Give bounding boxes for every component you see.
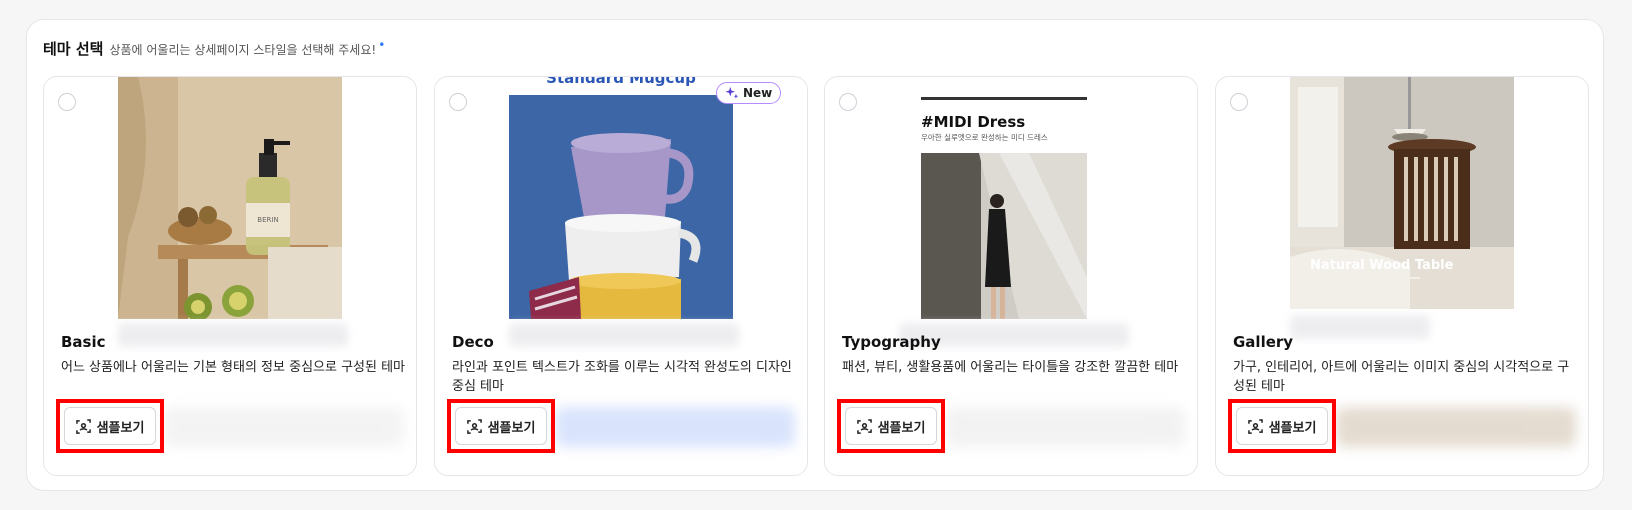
svg-text:Natural Wood Table: Natural Wood Table	[1310, 258, 1454, 273]
sample-view-button-gallery[interactable]: 샘플보기	[1236, 407, 1328, 445]
new-badge: New	[716, 82, 782, 104]
theme-card-basic[interactable]: BERIN Basic 어느 상품에나 어울리는 기본 형태의 정보 중심으로 …	[43, 76, 417, 476]
sparkle-icon	[725, 86, 739, 99]
scan-frame-icon	[1247, 418, 1263, 434]
scan-frame-icon	[75, 418, 91, 434]
sample-view-button-typography[interactable]: 샘플보기	[845, 407, 937, 445]
theme-card-list: BERIN Basic 어느 상품에나 어울리는 기본 형태의 정보 중심으로 …	[43, 76, 1589, 476]
sample-view-label: 샘플보기	[877, 420, 926, 436]
sample-view-label: 샘플보기	[487, 420, 536, 436]
highlight-box: 샘플보기	[56, 399, 164, 453]
svg-text:Standard Mugcup: Standard Mugcup	[546, 77, 696, 87]
svg-text:BERIN: BERIN	[257, 216, 278, 224]
theme-selection-panel: 테마 선택 상품에 어울리는 상세페이지 스타일을 선택해 주세요! • BER…	[26, 19, 1604, 491]
theme-card-gallery[interactable]: Natural Wood Table Gallery 가구, 인테리어, 아트에…	[1215, 76, 1589, 476]
highlight-box: 샘플보기	[447, 399, 555, 453]
theme-name-typography: Typography	[842, 333, 941, 351]
sample-view-button-basic[interactable]: 샘플보기	[64, 407, 156, 445]
theme-thumbnail-typography: #MIDI Dress 우아한 실루엣으로 완성하는 미디 드레스	[899, 77, 1123, 319]
sample-view-label: 샘플보기	[96, 420, 145, 436]
thumbnail-fade	[118, 323, 348, 347]
section-subtitle: 상품에 어울리는 상세페이지 스타일을 선택해 주세요!	[109, 43, 377, 57]
theme-name-basic: Basic	[61, 333, 106, 351]
theme-radio-typography[interactable]	[839, 93, 857, 111]
theme-name-gallery: Gallery	[1233, 333, 1294, 351]
theme-radio-gallery[interactable]	[1230, 93, 1248, 111]
theme-radio-basic[interactable]	[58, 93, 76, 111]
theme-card-deco[interactable]: Standard Mugcup New Deco 라인과 포인트 텍스트가 조화…	[434, 76, 808, 476]
required-mark: •	[378, 38, 386, 52]
theme-description-deco: 라인과 포인트 텍스트가 조화를 이루는 시각적 완성도의 디자인 중심 테마	[452, 360, 792, 394]
theme-description-typography: 패션, 뷰티, 생활용품에 어울리는 타이틀을 강조한 깔끔한 테마	[842, 360, 1179, 375]
badge-label: New	[743, 86, 773, 100]
highlight-box: 샘플보기	[1228, 399, 1336, 453]
theme-card-typography[interactable]: #MIDI Dress 우아한 실루엣으로 완성하는 미디 드레스 Typogr…	[824, 76, 1198, 476]
thumbnail-fade	[509, 323, 739, 347]
section-header: 테마 선택 상품에 어울리는 상세페이지 스타일을 선택해 주세요! •	[43, 38, 385, 59]
blurred-preview	[1336, 407, 1576, 447]
svg-text:#MIDI Dress: #MIDI Dress	[921, 113, 1025, 131]
thumbnail-fade	[1290, 315, 1430, 339]
svg-text:우아한 실루엣으로 완성하는 미디 드레스: 우아한 실루엣으로 완성하는 미디 드레스	[921, 132, 1048, 142]
theme-radio-deco[interactable]	[449, 93, 467, 111]
theme-thumbnail-deco: Standard Mugcup	[509, 77, 733, 319]
section-title: 테마 선택	[43, 40, 104, 58]
theme-name-deco: Deco	[452, 333, 494, 351]
scan-frame-icon	[466, 418, 482, 434]
highlight-box: 샘플보기	[837, 399, 945, 453]
blurred-preview	[945, 407, 1185, 447]
sample-view-button-deco[interactable]: 샘플보기	[455, 407, 547, 445]
scan-frame-icon	[856, 418, 872, 434]
theme-description-basic: 어느 상품에나 어울리는 기본 형태의 정보 중심으로 구성된 테마	[61, 360, 406, 375]
theme-thumbnail-gallery: Natural Wood Table	[1290, 77, 1514, 309]
sample-view-label: 샘플보기	[1268, 420, 1317, 436]
blurred-preview	[164, 407, 404, 447]
theme-thumbnail-basic: BERIN	[118, 77, 342, 319]
blurred-preview	[555, 407, 795, 447]
theme-description-gallery: 가구, 인테리어, 아트에 어울리는 이미지 중심의 시각적으로 구성된 테마	[1233, 360, 1570, 394]
